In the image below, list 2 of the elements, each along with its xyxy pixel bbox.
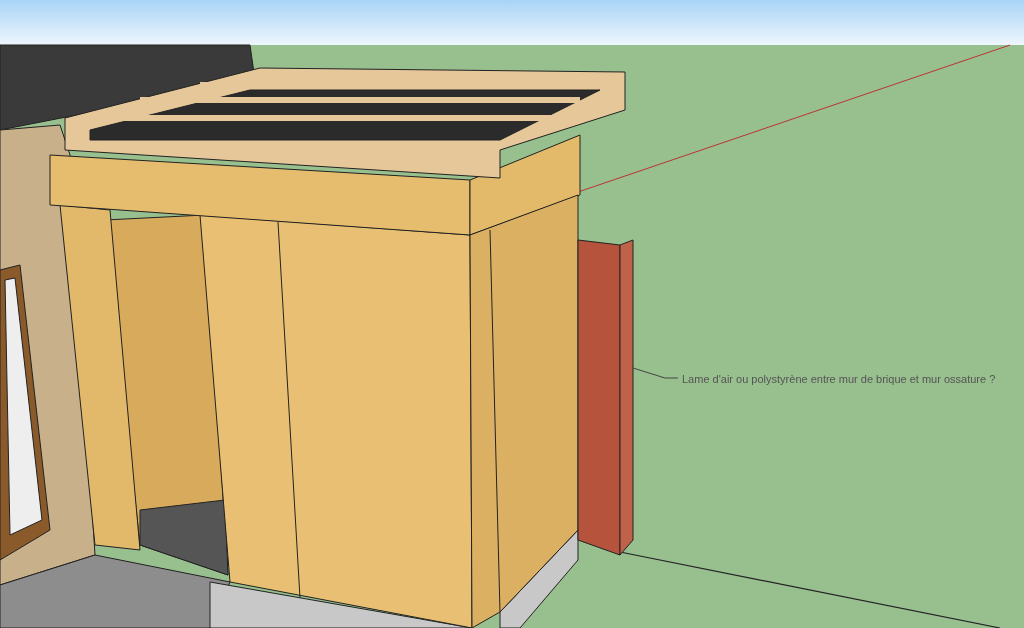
- leader-line: [632, 367, 679, 379]
- annotation-label: Lame d'air ou polystyrène entre mur de brique et mur ossature ?: [682, 372, 996, 387]
